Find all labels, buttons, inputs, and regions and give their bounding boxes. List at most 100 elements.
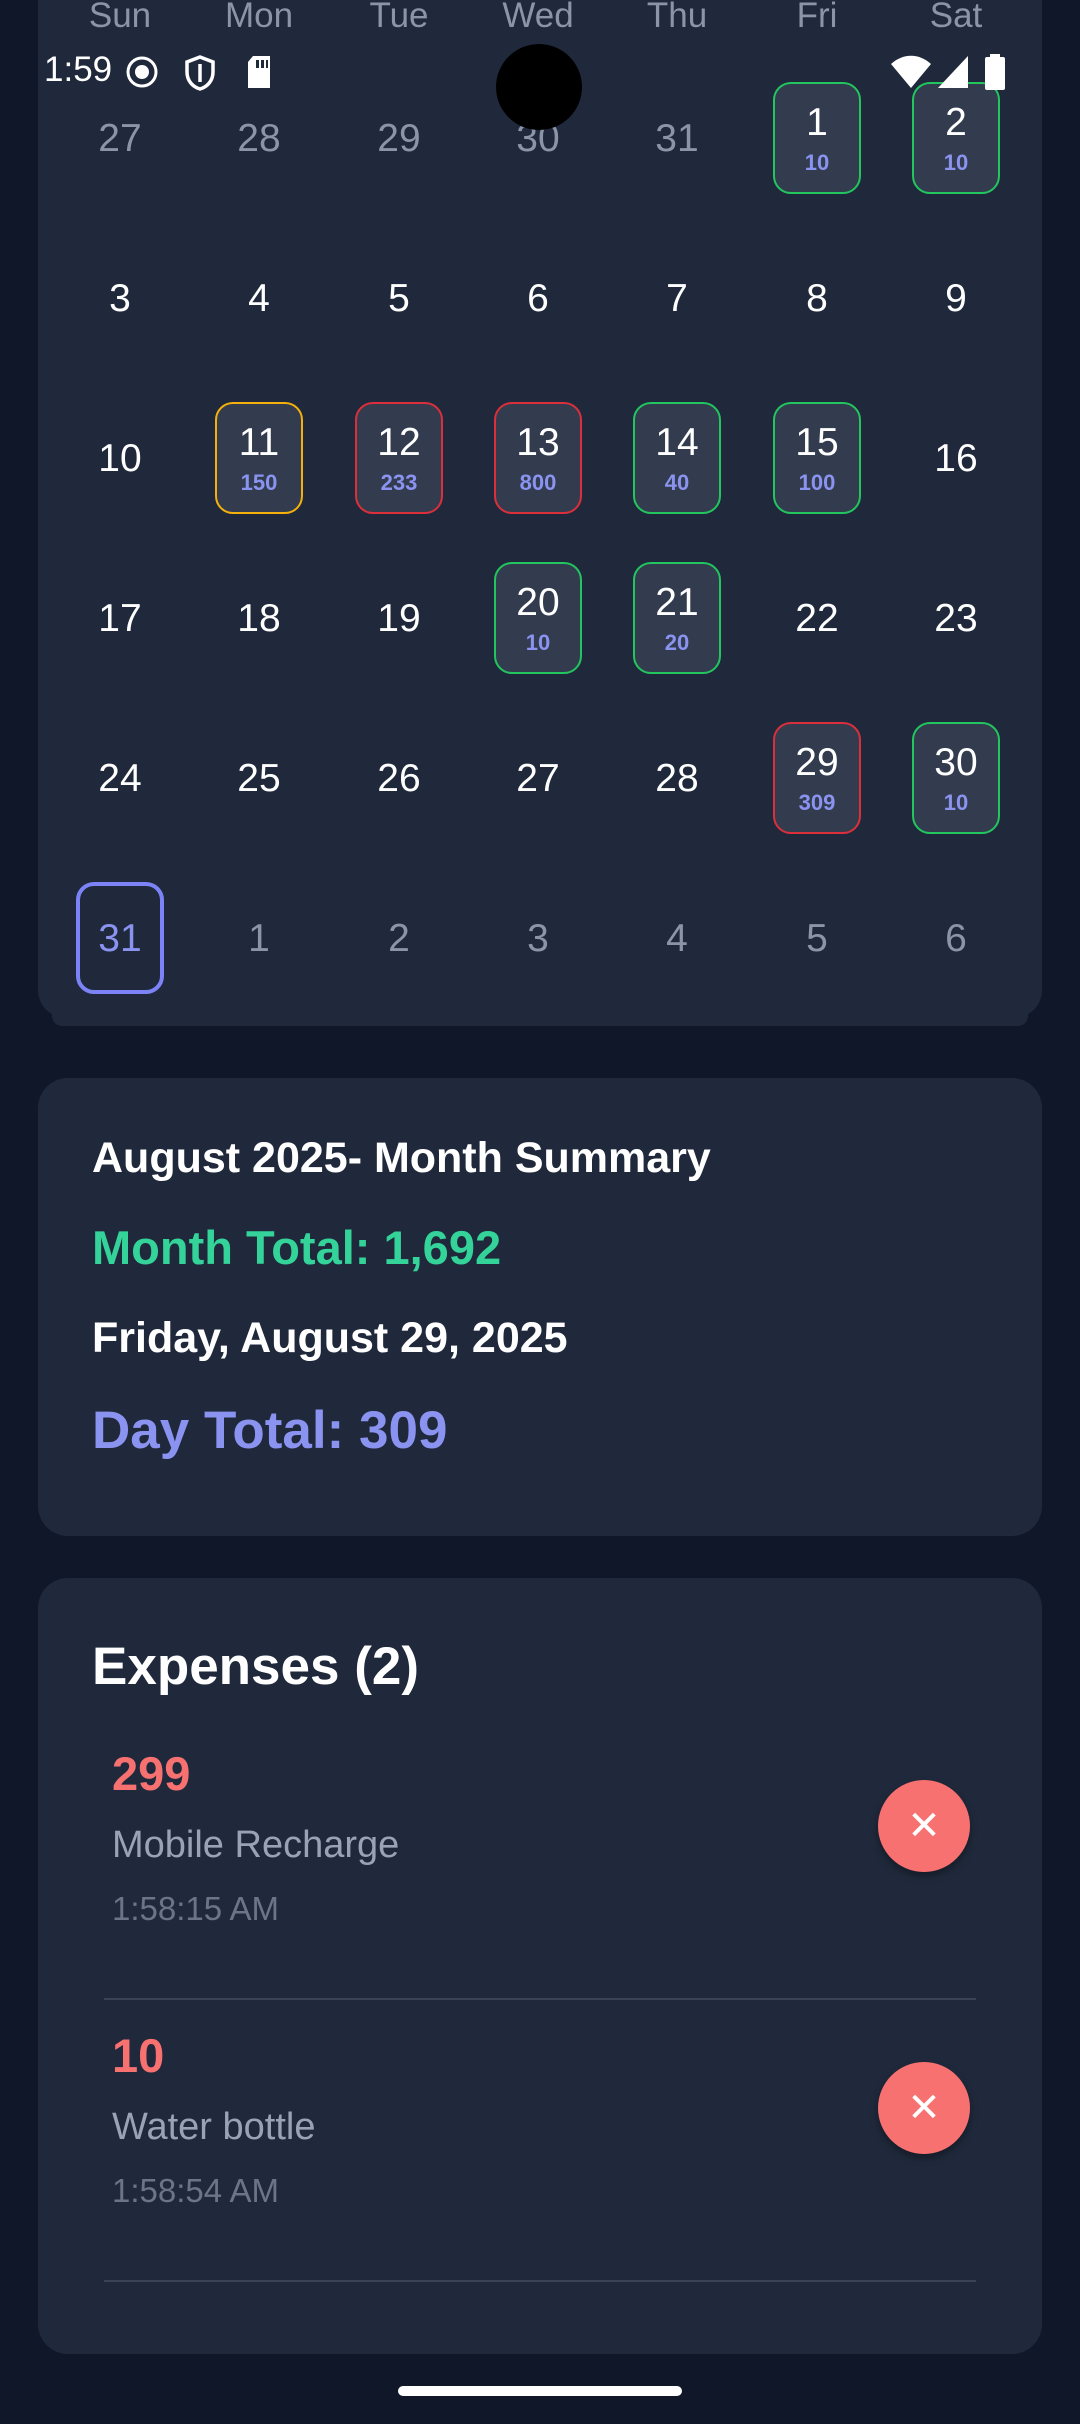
- shield-icon: [182, 54, 218, 97]
- calendar-day[interactable]: 25: [215, 722, 303, 834]
- day-amount: 40: [664, 469, 690, 495]
- day-number: 16: [934, 436, 978, 480]
- day-number: 25: [237, 756, 281, 800]
- calendar-day[interactable]: 17: [76, 562, 164, 674]
- calendar-day[interactable]: 15 100: [773, 402, 861, 514]
- calendar-day[interactable]: 22: [773, 562, 861, 674]
- weekday-label: Sat: [929, 0, 983, 35]
- day-amount: 10: [525, 629, 551, 655]
- day-number: 6: [527, 276, 549, 320]
- day-number: 14: [655, 420, 699, 464]
- day-amount: 150: [240, 469, 278, 495]
- calendar-day[interactable]: 3: [494, 882, 582, 994]
- expense-description: Water bottle: [112, 2106, 316, 2148]
- delete-expense-button[interactable]: ✕: [878, 2062, 970, 2154]
- expense-item: 299 Mobile Recharge 1:58:15 AM ✕: [104, 1716, 976, 2000]
- selected-date: Friday, August 29, 2025: [92, 1314, 568, 1362]
- day-number: 10: [98, 436, 142, 480]
- calendar-day[interactable]: 5: [355, 242, 443, 354]
- calendar-day[interactable]: 7: [633, 242, 721, 354]
- day-amount: 20: [664, 629, 690, 655]
- calendar-day[interactable]: 28: [633, 722, 721, 834]
- weekday-label: Wed: [502, 0, 574, 35]
- day-number: 15: [795, 420, 839, 464]
- calendar-day[interactable]: 2: [355, 882, 443, 994]
- calendar-day[interactable]: 11 150: [215, 402, 303, 514]
- weekday-label: Tue: [369, 0, 429, 35]
- expense-amount: 10: [112, 2029, 165, 2082]
- wifi-icon: [890, 54, 932, 95]
- day-number: 3: [109, 276, 131, 320]
- day-number: 31: [98, 916, 142, 960]
- calendar-day[interactable]: 1: [215, 882, 303, 994]
- calendar-day[interactable]: 26: [355, 722, 443, 834]
- day-number: 1: [806, 100, 828, 144]
- day-number: 17: [98, 596, 142, 640]
- calendar-day[interactable]: 20 10: [494, 562, 582, 674]
- status-time: 1:59: [44, 50, 113, 89]
- calendar-day[interactable]: 18: [215, 562, 303, 674]
- expense-amount: 299: [112, 1747, 191, 1800]
- calendar-day[interactable]: 12 233: [355, 402, 443, 514]
- calendar-day[interactable]: 14 40: [633, 402, 721, 514]
- day-amount: 233: [380, 469, 418, 495]
- calendar-day[interactable]: 4: [215, 242, 303, 354]
- battery-icon: [984, 54, 1006, 95]
- day-number: 20: [516, 580, 560, 624]
- calendar-day[interactable]: 23: [912, 562, 1000, 674]
- calendar-day[interactable]: 30 10: [912, 722, 1000, 834]
- calendar-day[interactable]: 31: [76, 882, 164, 994]
- day-number: 22: [795, 596, 839, 640]
- day-number: 24: [98, 756, 142, 800]
- day-number: 30: [934, 740, 978, 784]
- calendar-day[interactable]: 19: [355, 562, 443, 674]
- day-number: 6: [945, 916, 967, 960]
- day-number: 2: [945, 100, 967, 144]
- calendar-day[interactable]: 24: [76, 722, 164, 834]
- calendar-day[interactable]: 6: [912, 882, 1000, 994]
- expense-description: Mobile Recharge: [112, 1824, 400, 1866]
- month-total: Month Total: 1,692: [92, 1221, 502, 1274]
- day-amount: 800: [519, 469, 557, 495]
- day-amount: 10: [804, 149, 830, 175]
- day-amount: 309: [798, 789, 836, 815]
- day-number: 28: [237, 116, 281, 160]
- day-number: 4: [248, 276, 270, 320]
- day-number: 29: [377, 116, 421, 160]
- day-number: 8: [806, 276, 828, 320]
- day-number: 21: [655, 580, 699, 624]
- weekday-label: Thu: [646, 0, 708, 35]
- summary-title: August 2025- Month Summary: [92, 1134, 711, 1182]
- calendar-day[interactable]: 21 20: [633, 562, 721, 674]
- calendar-day[interactable]: 16: [912, 402, 1000, 514]
- calendar-day[interactable]: 29 309: [773, 722, 861, 834]
- day-number: 11: [238, 420, 280, 464]
- day-number: 23: [934, 596, 978, 640]
- expense-time: 1:58:15 AM: [112, 1890, 279, 1927]
- home-indicator[interactable]: [398, 2386, 682, 2396]
- day-amount: 10: [943, 149, 969, 175]
- calendar-day[interactable]: 27: [494, 722, 582, 834]
- month-summary-card: August 2025- Month Summary Month Total: …: [38, 1078, 1042, 1536]
- calendar-day[interactable]: 3: [76, 242, 164, 354]
- day-amount: 100: [798, 469, 836, 495]
- day-number: 7: [666, 276, 688, 320]
- calendar-day[interactable]: 10: [76, 402, 164, 514]
- app-screen: Sun Mon Tue Wed Thu Fri Sat 27 28 29 30 31 1 10 2 10 3 4…: [0, 0, 1080, 2424]
- day-number: 31: [655, 116, 699, 160]
- sd-card-icon: [244, 54, 274, 95]
- day-number: 4: [666, 916, 688, 960]
- delete-expense-button[interactable]: ✕: [878, 1780, 970, 1872]
- day-number: 5: [388, 276, 410, 320]
- expense-item: 10 Water bottle 1:58:54 AM ✕: [104, 1998, 976, 2282]
- signal-icon: [936, 54, 970, 95]
- calendar-day[interactable]: 5: [773, 882, 861, 994]
- weekday-label: Mon: [224, 0, 294, 35]
- calendar-day[interactable]: 6: [494, 242, 582, 354]
- calendar-day[interactable]: 8: [773, 242, 861, 354]
- calendar-day[interactable]: 13 800: [494, 402, 582, 514]
- calendar-day[interactable]: 9: [912, 242, 1000, 354]
- day-number: 1: [248, 916, 270, 960]
- day-number: 2: [388, 916, 410, 960]
- calendar-day[interactable]: 4: [633, 882, 721, 994]
